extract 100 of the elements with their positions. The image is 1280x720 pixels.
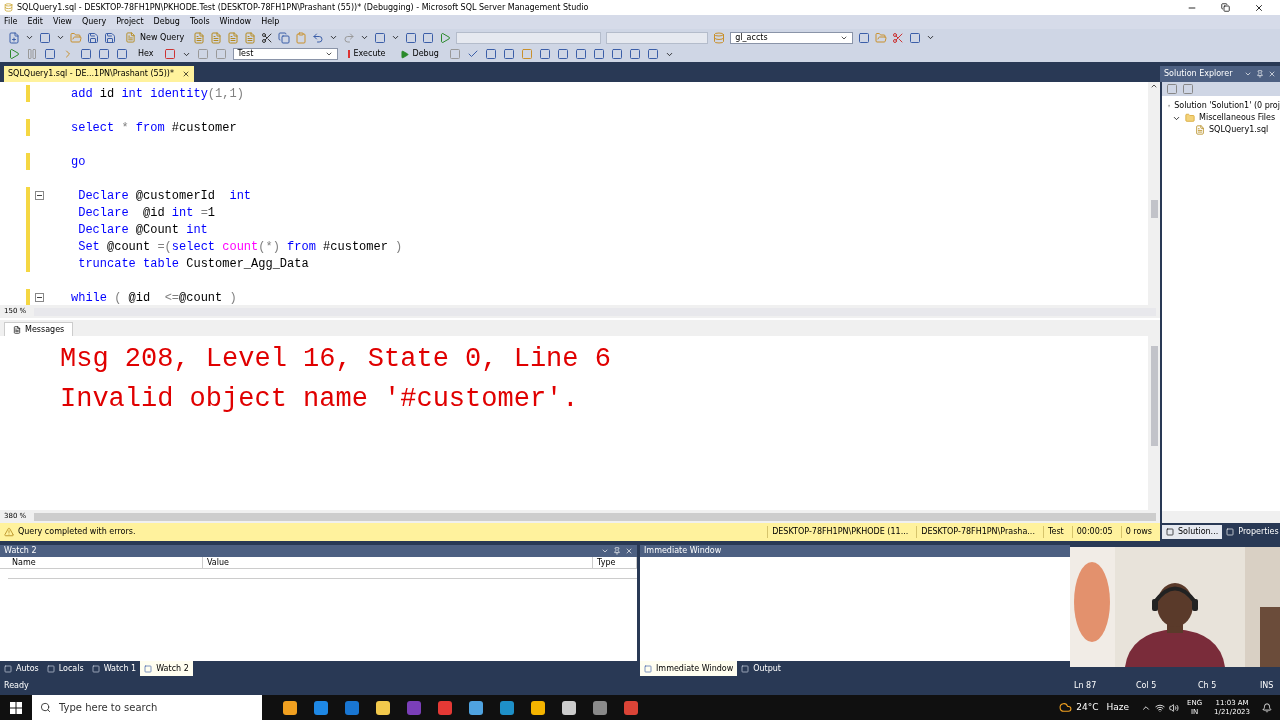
dropdown-field[interactable]: [456, 31, 602, 44]
dropdown-field[interactable]: [606, 31, 709, 44]
tree-item[interactable]: Solution 'Solution1' (0 proj: [1174, 100, 1280, 112]
error-message: Invalid object name '#customer'.: [60, 383, 580, 416]
scroll-up-icon[interactable]: [1150, 82, 1158, 90]
code-line: while ( @id <=@count ): [71, 289, 237, 307]
notification-icon[interactable]: [1262, 702, 1272, 713]
save-icon[interactable]: [87, 31, 99, 44]
scroll-thumb[interactable]: [1150, 346, 1158, 446]
panel-tab[interactable]: Locals: [42, 661, 88, 676]
debug-button[interactable]: Debug: [395, 48, 443, 60]
connection-dropdown[interactable]: Test: [232, 48, 338, 60]
temperature[interactable]: 24°C: [1076, 700, 1099, 715]
close-icon[interactable]: [1254, 2, 1264, 13]
vertical-scrollbar[interactable]: [1148, 82, 1160, 305]
menu-item[interactable]: Window: [219, 16, 252, 28]
query-file-icon: [125, 32, 136, 43]
error-message: Msg 208, Level 16, State 0, Line 6: [60, 343, 612, 376]
scroll-thumb[interactable]: [1150, 200, 1158, 218]
panel-header: Solution Explorer: [1160, 66, 1280, 82]
code-line: go: [71, 153, 86, 171]
panel-tab[interactable]: Solution...: [1162, 525, 1223, 539]
restore-icon[interactable]: [1221, 3, 1230, 12]
panel-tab[interactable]: Watch 1: [87, 661, 141, 676]
dropdown-caret-icon[interactable]: [1244, 70, 1252, 78]
tree-item[interactable]: SQLQuery1.sql: [1209, 124, 1269, 136]
new-file-icon[interactable]: [8, 31, 20, 44]
dropdown-caret-icon[interactable]: [391, 33, 401, 42]
collapse-icon[interactable]: [35, 191, 44, 200]
undo-icon[interactable]: [312, 31, 325, 44]
windows-logo-icon[interactable]: [10, 701, 22, 714]
horizontal-scrollbar[interactable]: [34, 512, 1156, 521]
document-icon: [13, 325, 21, 334]
column-header[interactable]: Value: [203, 557, 593, 568]
folder-icon: [1185, 113, 1195, 123]
panel-tab[interactable]: Immediate Window: [640, 661, 738, 676]
tree-item[interactable]: Miscellaneous Files: [1199, 112, 1276, 124]
exclamation-icon: [347, 50, 350, 58]
taskbar-app-icon[interactable]: [561, 699, 577, 716]
horizontal-scrollbar[interactable]: [1162, 511, 1280, 523]
code-line: add id int identity(1,1): [71, 85, 244, 103]
tools-icon[interactable]: [892, 31, 905, 44]
panel-header: Immediate Window: [640, 545, 1070, 557]
code-line: Declare @customerId int: [77, 187, 252, 205]
hex-button[interactable]: Hex: [134, 48, 158, 60]
menu-item[interactable]: Project: [116, 16, 144, 28]
app-icon: [4, 3, 13, 12]
dropdown-caret-icon[interactable]: [601, 547, 609, 555]
search-field[interactable]: Type here to search: [32, 695, 262, 720]
weather-icon[interactable]: [1059, 701, 1073, 714]
collapse-icon[interactable]: [35, 293, 44, 302]
panel-header: Watch 2: [0, 545, 637, 557]
menu-item[interactable]: View: [52, 16, 72, 28]
code-line: Declare @id int =1: [77, 204, 216, 222]
taskbar-app-icon[interactable]: [313, 699, 329, 716]
database-dropdown[interactable]: gl_accts: [730, 31, 854, 44]
taskbar-app-icon[interactable]: [530, 699, 546, 716]
volume-icon[interactable]: [1169, 702, 1179, 713]
taskbar-app-icon[interactable]: [499, 699, 515, 716]
menu-item[interactable]: Debug: [153, 16, 180, 28]
column-header[interactable]: Type: [593, 557, 637, 568]
parse-icon[interactable]: [466, 48, 479, 60]
cut-icon[interactable]: [261, 31, 274, 44]
search-icon: [40, 702, 51, 713]
taskbar-app-icon[interactable]: [375, 699, 391, 716]
code-line: Declare @Count int: [77, 221, 208, 239]
panel-tab[interactable]: Autos: [0, 661, 43, 676]
dropdown-caret-icon[interactable]: [56, 33, 65, 42]
copy-icon[interactable]: [278, 31, 291, 44]
messages-tab[interactable]: Messages: [4, 322, 74, 336]
play-icon[interactable]: [8, 48, 20, 60]
menu-item[interactable]: Help: [261, 16, 280, 28]
new-query-button[interactable]: New Query: [121, 31, 189, 44]
close-icon[interactable]: [181, 70, 190, 78]
taskbar-app-icon[interactable]: [282, 699, 298, 716]
vertical-scrollbar[interactable]: [1148, 336, 1160, 510]
menu-item[interactable]: Query: [81, 16, 107, 28]
document-tab[interactable]: SQLQuery1.sql - DE...1PN\Prashant (55))*: [4, 66, 194, 82]
dropdown-caret-icon[interactable]: [25, 33, 34, 42]
network-icon[interactable]: [1155, 702, 1165, 713]
pin-icon[interactable]: [1256, 70, 1264, 78]
taskbar-app-icon[interactable]: [592, 699, 608, 716]
menu-item[interactable]: File: [4, 16, 18, 28]
panel-tab[interactable]: Output: [737, 661, 785, 676]
panel-tab[interactable]: Watch 2: [140, 661, 193, 676]
code-line: select * from #customer: [71, 119, 237, 137]
save-all-icon[interactable]: [104, 31, 116, 44]
execute-button[interactable]: Execute: [343, 48, 390, 60]
panel-tab[interactable]: Properties: [1222, 525, 1280, 539]
start-icon[interactable]: [439, 31, 452, 44]
warning-icon: [4, 527, 14, 537]
weather-condition[interactable]: Haze: [1106, 700, 1129, 715]
column-header[interactable]: Name: [8, 557, 203, 568]
dropdown-caret-icon[interactable]: [926, 33, 936, 42]
menu-item[interactable]: Tools: [189, 16, 210, 28]
dropdown-caret-icon[interactable]: [360, 33, 370, 42]
code-line: truncate table Customer_Agg_Data: [77, 255, 309, 273]
taskbar-app-icon[interactable]: [468, 699, 484, 716]
menu-item[interactable]: Edit: [27, 16, 43, 28]
pin-icon[interactable]: [613, 547, 621, 555]
